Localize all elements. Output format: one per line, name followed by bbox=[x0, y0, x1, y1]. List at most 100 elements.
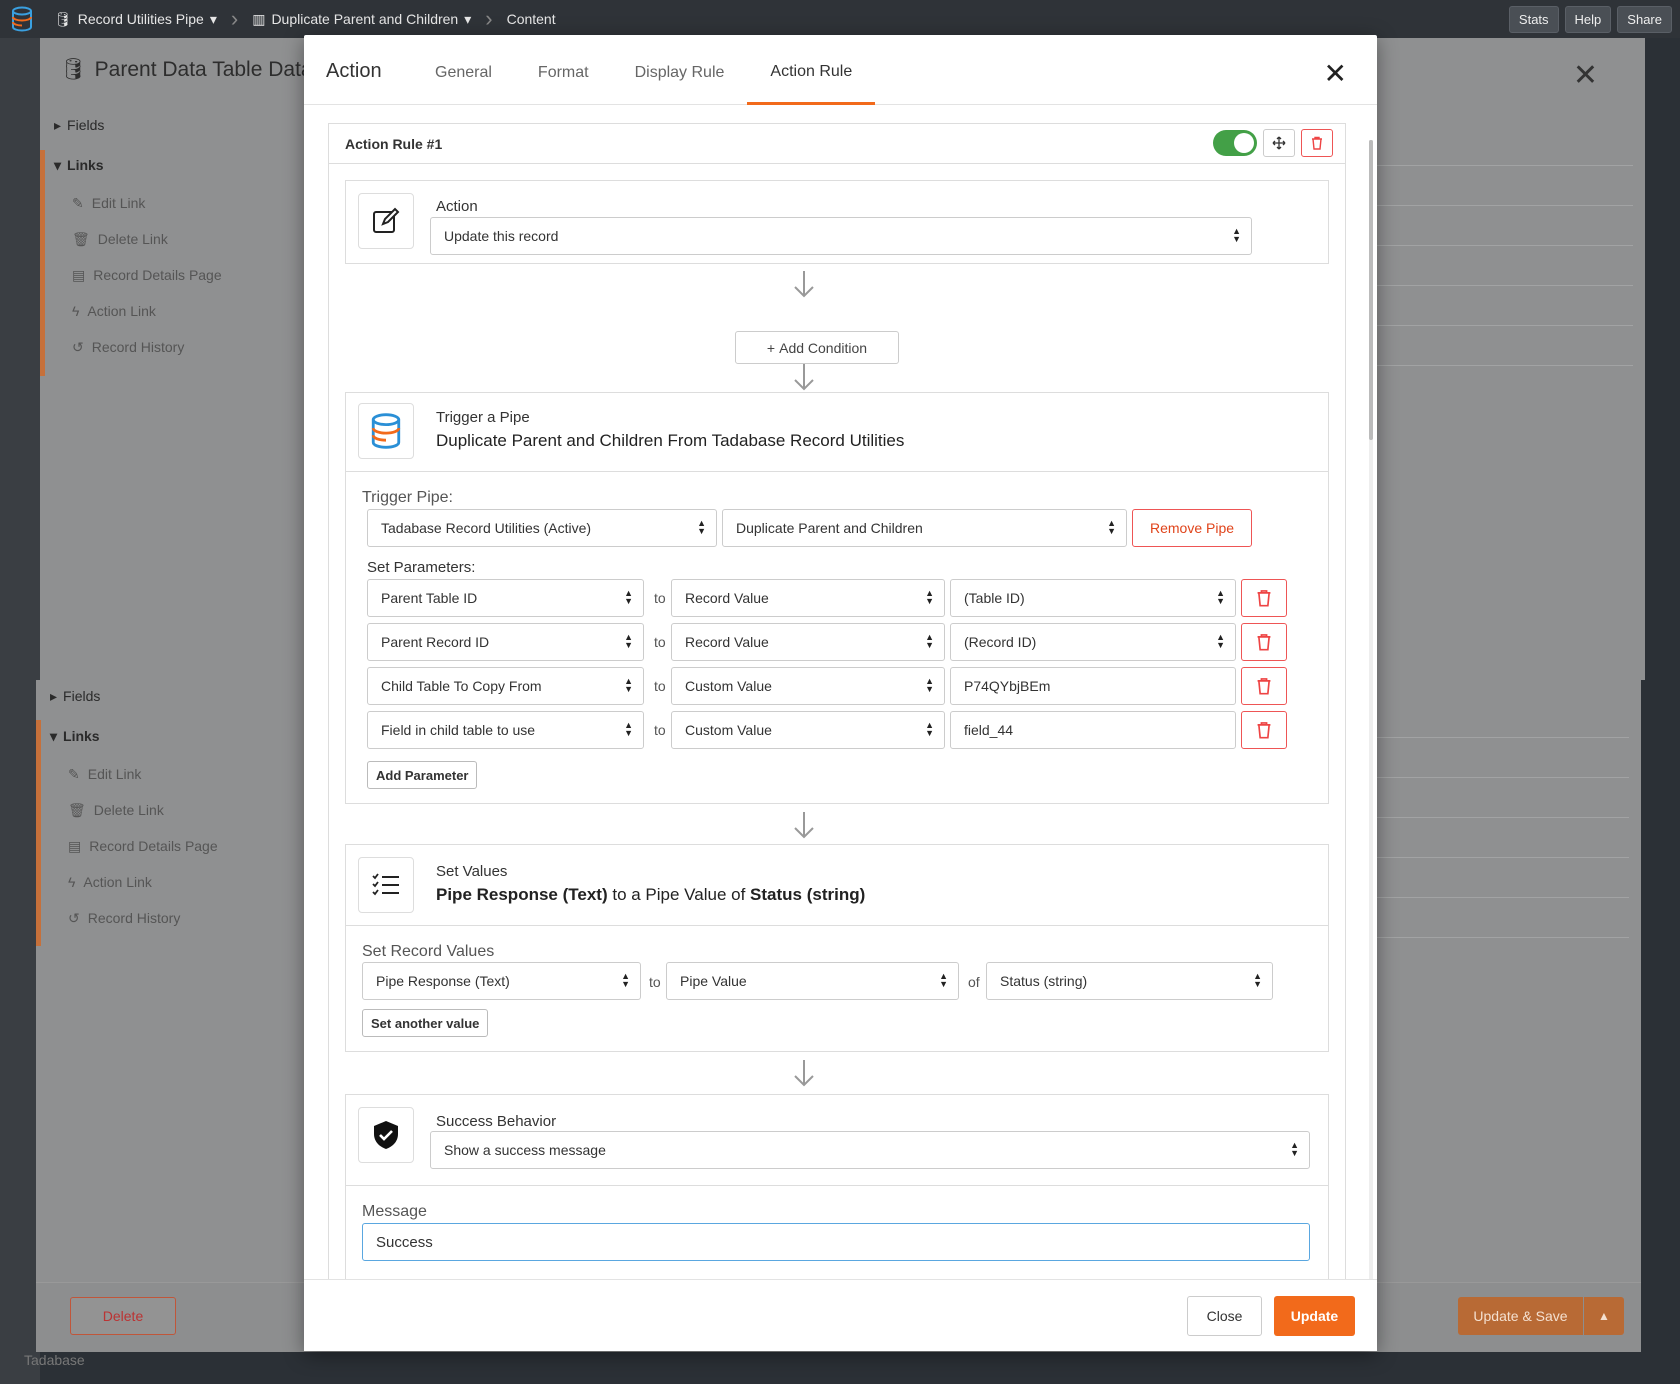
link-item[interactable]: ▤ Record Details Page bbox=[38, 828, 308, 864]
param-field-select[interactable]: Field in child table to use ▲ ▼ bbox=[367, 711, 644, 749]
pipe-value-select[interactable]: Status (string) ▲ ▼ bbox=[986, 962, 1273, 1000]
caret-down-icon: ▾ bbox=[50, 727, 58, 744]
param-source-select[interactable]: Custom Value ▲ ▼ bbox=[671, 711, 945, 749]
set-values-block: Set Values Pipe Response (Text) to a Pip… bbox=[345, 844, 1329, 1052]
link-item[interactable]: ✎ Edit Link bbox=[38, 756, 308, 792]
link-item[interactable]: 🗑 Delete Link bbox=[42, 221, 312, 257]
tab-action-rule[interactable]: Action Rule bbox=[747, 35, 876, 105]
background-table bbox=[1375, 165, 1633, 366]
sort-icon: ▲ ▼ bbox=[939, 971, 948, 989]
sort-icon: ▲ ▼ bbox=[697, 518, 706, 536]
trigger-pipe-description: Duplicate Parent and Children From Tadab… bbox=[436, 431, 905, 450]
trash-icon: 🗑 bbox=[68, 801, 86, 818]
fields-header[interactable]: ▸ Fields bbox=[42, 105, 312, 145]
param-source-select[interactable]: Custom Value ▲ ▼ bbox=[671, 667, 945, 705]
breadcrumb-page[interactable]: ▥ Duplicate Parent and Children ▾ bbox=[242, 11, 481, 28]
pipe-action-select[interactable]: Duplicate Parent and Children ▲ ▼ bbox=[722, 509, 1127, 547]
set-another-value-button[interactable]: Set another value bbox=[362, 1009, 489, 1037]
chevron-right-icon: › bbox=[230, 6, 239, 31]
links-header[interactable]: ▾ Links bbox=[42, 145, 312, 185]
move-icon[interactable] bbox=[1263, 129, 1295, 157]
sort-icon: ▲ ▼ bbox=[925, 720, 934, 738]
sort-icon: ▲ ▼ bbox=[1253, 971, 1262, 989]
sort-icon: ▲ ▼ bbox=[624, 588, 633, 606]
bolt-icon: ϟ bbox=[68, 874, 76, 890]
update-save-button[interactable]: Update & Save bbox=[1458, 1297, 1583, 1335]
background-title: 🛢 Parent Data Table Data Ta bbox=[60, 58, 341, 81]
link-item[interactable]: ↺ Record History bbox=[38, 900, 308, 936]
link-item[interactable]: ✎ Edit Link bbox=[42, 185, 312, 221]
param-source-select[interactable]: Record Value ▲ ▼ bbox=[671, 623, 945, 661]
action-label: Action bbox=[436, 198, 478, 215]
set-values-description: Pipe Response (Text) to a Pipe Value of … bbox=[436, 885, 866, 904]
rule-enabled-toggle[interactable] bbox=[1213, 130, 1257, 156]
checklist-icon bbox=[358, 857, 414, 913]
success-behavior-select[interactable]: Show a success message ▲ ▼ bbox=[430, 1131, 1310, 1169]
param-value-select[interactable]: (Record ID) ▲ ▼ bbox=[950, 623, 1236, 661]
database-icon: 🛢 bbox=[60, 58, 87, 81]
sort-icon: ▲ ▼ bbox=[1216, 588, 1225, 606]
param-value-input[interactable]: P74QYbjBEm bbox=[950, 667, 1236, 705]
link-item[interactable]: 🗑 Delete Link bbox=[38, 792, 308, 828]
history-icon: ↺ bbox=[68, 909, 80, 926]
add-condition-button[interactable]: + Add Condition bbox=[735, 331, 899, 364]
delete-rule-icon[interactable] bbox=[1301, 129, 1333, 157]
breadcrumb-pipe[interactable]: 🛢 Record Utilities Pipe ▾ bbox=[44, 11, 227, 28]
sort-icon: ▲ ▼ bbox=[1107, 518, 1116, 536]
tab-general[interactable]: General bbox=[412, 35, 515, 105]
tadabase-logo-icon[interactable] bbox=[0, 0, 44, 38]
param-field-select[interactable]: Child Table To Copy From ▲ ▼ bbox=[367, 667, 644, 705]
background-side-section: ▸ Fields ▾ Links ✎ Edit Link 🗑 Delete Link ▤… bbox=[42, 105, 312, 365]
delete-param-icon[interactable] bbox=[1241, 623, 1287, 661]
delete-param-icon[interactable] bbox=[1241, 579, 1287, 617]
delete-param-icon[interactable] bbox=[1241, 667, 1287, 705]
tab-format[interactable]: Format bbox=[515, 35, 612, 105]
success-behavior-block: Success Behavior Show a success message … bbox=[345, 1094, 1329, 1283]
trigger-pipe-label: Trigger a Pipe bbox=[436, 409, 530, 426]
to-label: to bbox=[654, 634, 666, 650]
links-header[interactable]: ▾ Links bbox=[38, 716, 308, 756]
breadcrumb-content[interactable]: Content bbox=[497, 11, 566, 27]
param-field-select[interactable]: Parent Record ID ▲ ▼ bbox=[367, 623, 644, 661]
share-button[interactable]: Share bbox=[1617, 6, 1672, 33]
param-value-input[interactable]: field_44 bbox=[950, 711, 1236, 749]
param-value-select[interactable]: (Table ID) ▲ ▼ bbox=[950, 579, 1236, 617]
link-item[interactable]: ↺ Record History bbox=[42, 329, 312, 365]
remove-pipe-button[interactable]: Remove Pipe bbox=[1132, 509, 1252, 547]
value-source-select[interactable]: Pipe Value ▲ ▼ bbox=[666, 962, 959, 1000]
fields-header[interactable]: ▸ Fields bbox=[38, 676, 308, 716]
action-rule-header: Action Rule #1 bbox=[329, 124, 1345, 164]
scrollbar[interactable] bbox=[1369, 140, 1373, 1290]
link-item[interactable]: ▤ Record Details Page bbox=[42, 257, 312, 293]
close-icon[interactable]: ✕ bbox=[1324, 57, 1347, 90]
breadcrumb-label: Content bbox=[506, 11, 556, 27]
pipe-select[interactable]: Tadabase Record Utilities (Active) ▲ ▼ bbox=[367, 509, 717, 547]
close-button[interactable]: Close bbox=[1187, 1296, 1262, 1336]
background-close-icon[interactable]: ✕ bbox=[1573, 58, 1598, 93]
param-source-select[interactable]: Record Value ▲ ▼ bbox=[671, 579, 945, 617]
sort-icon: ▲ ▼ bbox=[621, 971, 630, 989]
sort-icon: ▲ ▼ bbox=[925, 632, 934, 650]
caret-down-icon: ▾ bbox=[54, 156, 62, 173]
stats-button[interactable]: Stats bbox=[1508, 6, 1559, 33]
update-button[interactable]: Update bbox=[1274, 1296, 1355, 1336]
trigger-pipe-block: Trigger a Pipe Duplicate Parent and Chil… bbox=[345, 392, 1329, 804]
plus-icon: + bbox=[766, 339, 776, 356]
message-input[interactable]: Success bbox=[362, 1223, 1310, 1261]
to-label: to bbox=[654, 590, 666, 606]
set-values-label: Set Values bbox=[436, 863, 508, 880]
brand-label: Tadabase bbox=[24, 1352, 85, 1368]
action-select[interactable]: Update this record ▲ ▼ bbox=[430, 217, 1252, 255]
modal-body: Action Rule #1 Action Update this record… bbox=[328, 123, 1348, 1283]
caret-up-icon[interactable]: ▲ bbox=[1584, 1297, 1624, 1335]
to-label: to bbox=[654, 722, 666, 738]
delete-param-icon[interactable] bbox=[1241, 711, 1287, 749]
param-field-select[interactable]: Parent Table ID ▲ ▼ bbox=[367, 579, 644, 617]
link-item[interactable]: ϟ Action Link bbox=[38, 864, 308, 900]
tab-display-rule[interactable]: Display Rule bbox=[612, 35, 748, 105]
add-parameter-button[interactable]: Add Parameter bbox=[367, 761, 478, 789]
record-field-select[interactable]: Pipe Response (Text) ▲ ▼ bbox=[362, 962, 641, 1000]
help-button[interactable]: Help bbox=[1564, 6, 1612, 33]
delete-button[interactable]: Delete bbox=[70, 1297, 176, 1335]
link-item[interactable]: ϟ Action Link bbox=[42, 293, 312, 329]
